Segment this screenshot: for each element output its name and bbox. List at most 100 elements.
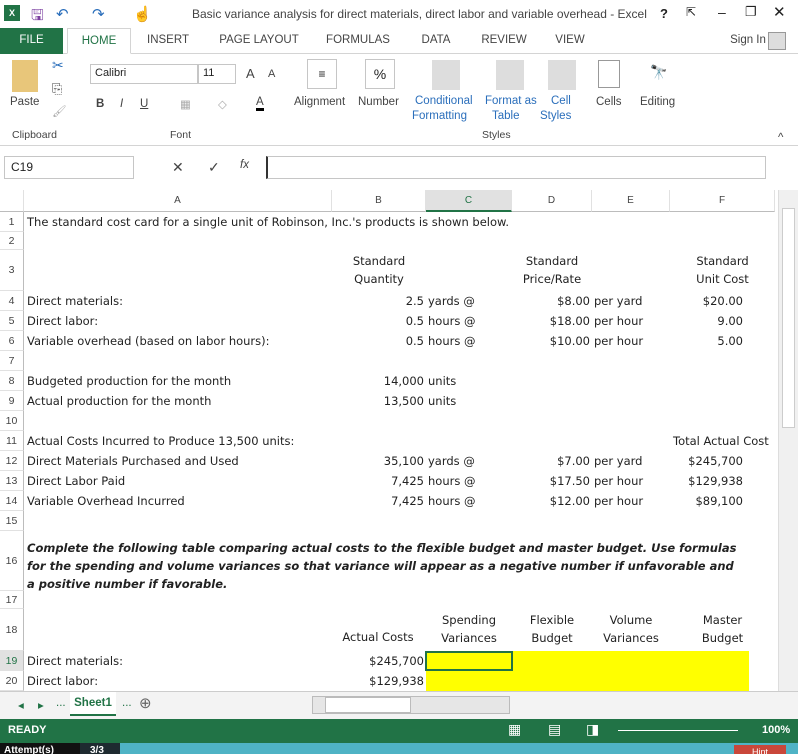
cell-c13[interactable]: hours @ — [428, 471, 476, 491]
cell-f11[interactable]: Total Actual Cost — [670, 431, 775, 451]
cell-b9[interactable]: 13,500 — [332, 391, 426, 411]
cell-f5[interactable]: 9.00 — [670, 311, 775, 331]
next-sheet-icon[interactable]: ▸ — [38, 698, 44, 712]
cell-e6[interactable]: per hour — [592, 331, 670, 351]
cell-c9[interactable]: units — [428, 391, 456, 411]
tab-review[interactable]: REVIEW — [476, 28, 532, 54]
more-sheets-right[interactable]: ... — [122, 697, 132, 709]
sign-in-link[interactable]: Sign In — [726, 28, 770, 54]
row-header-12[interactable]: 12 — [0, 451, 24, 471]
paste-icon[interactable] — [12, 60, 38, 92]
help-button[interactable]: ? — [660, 6, 668, 21]
ribbon-display-icon[interactable]: ⇱ — [686, 5, 696, 19]
cell-b4[interactable]: 2.5 — [332, 291, 426, 311]
cell-e18[interactable]: Volume Variances — [592, 609, 670, 651]
conditional-formatting-label[interactable]: Formatting — [412, 110, 467, 122]
cell-styles-button[interactable]: Cell — [551, 95, 571, 107]
row-header-17[interactable]: 17 — [0, 591, 24, 609]
more-sheets-left[interactable]: ... — [56, 697, 66, 709]
row-header-8[interactable]: 8 — [0, 371, 24, 391]
cell-d5[interactable]: $18.00 — [512, 311, 592, 331]
row-header-5[interactable]: 5 — [0, 311, 24, 331]
row-header-13[interactable]: 13 — [0, 471, 24, 491]
cell-e12[interactable]: per yard — [592, 451, 670, 471]
scroll-thumb[interactable] — [782, 208, 795, 428]
row-header-15[interactable]: 15 — [0, 511, 24, 531]
cell-a19[interactable]: Direct materials: — [24, 651, 332, 671]
redo-icon[interactable]: ↷ — [92, 5, 105, 23]
cell-a4[interactable]: Direct materials: — [24, 291, 332, 311]
cell-a6[interactable]: Variable overhead (based on labor hours)… — [24, 331, 332, 351]
cell-c18[interactable]: Spending Variances — [426, 609, 512, 651]
row-header-2[interactable]: 2 — [0, 232, 24, 250]
zoom-slider[interactable] — [618, 730, 738, 731]
horizontal-scrollbar[interactable] — [312, 696, 510, 714]
cell-b12[interactable]: 35,100 — [332, 451, 426, 471]
cell-a12[interactable]: Direct Materials Purchased and Used — [24, 451, 332, 471]
cell-b13[interactable]: 7,425 — [332, 471, 426, 491]
save-icon[interactable]: 🖫 — [31, 5, 44, 30]
prev-sheet-icon[interactable]: ◂ — [18, 698, 24, 712]
column-header-b[interactable]: B — [332, 190, 426, 212]
conditional-formatting-button[interactable]: Conditional — [415, 95, 473, 107]
cell-f18[interactable]: Master Budget — [670, 609, 775, 651]
select-all-corner[interactable] — [0, 190, 24, 212]
cell-c6[interactable]: hours @ — [428, 331, 476, 351]
cell-styles-icon[interactable] — [548, 60, 576, 90]
tab-view[interactable]: VIEW — [548, 28, 592, 54]
row-header-19[interactable]: 19 — [0, 651, 24, 671]
cell-d12[interactable]: $7.00 — [512, 451, 592, 471]
alignment-button[interactable]: Alignment — [294, 96, 345, 108]
restore-button[interactable]: ❐ — [745, 4, 757, 20]
number-button[interactable]: Number — [358, 96, 399, 108]
touch-mode-icon[interactable]: ☝ — [133, 5, 152, 23]
row-header-10[interactable]: 10 — [0, 411, 24, 431]
tab-data[interactable]: DATA — [414, 28, 458, 54]
row-header-3[interactable]: 3 — [0, 250, 24, 291]
row-header-14[interactable]: 14 — [0, 491, 24, 511]
format-as-table-label[interactable]: Table — [492, 110, 520, 122]
row-header-4[interactable]: 4 — [0, 291, 24, 311]
grow-font-icon[interactable]: A — [246, 66, 255, 81]
selected-cell-c19[interactable] — [425, 651, 513, 671]
format-as-table-icon[interactable] — [496, 60, 524, 90]
row-header-11[interactable]: 11 — [0, 431, 24, 451]
cell-e5[interactable]: per hour — [592, 311, 670, 331]
cell-a5[interactable]: Direct labor: — [24, 311, 332, 331]
copy-icon[interactable]: ⎘ — [52, 81, 62, 97]
cell-b18[interactable]: Actual Costs — [332, 609, 426, 651]
cell-a11[interactable]: Actual Costs Incurred to Produce 13,500 … — [24, 431, 332, 451]
cell-styles-label[interactable]: Styles — [540, 110, 571, 122]
cell-f6[interactable]: 5.00 — [670, 331, 775, 351]
italic-button[interactable]: I — [120, 98, 123, 110]
hint-button[interactable]: Hint — [734, 745, 786, 754]
cells-icon[interactable] — [598, 60, 620, 88]
cell-a13[interactable]: Direct Labor Paid — [24, 471, 332, 491]
cell-b19[interactable]: $245,700 — [332, 651, 426, 671]
row-header-1[interactable]: 1 — [0, 212, 24, 232]
minimize-button[interactable]: – — [718, 4, 726, 20]
column-header-e[interactable]: E — [592, 190, 670, 212]
normal-view-icon[interactable]: ▦ — [508, 721, 521, 738]
vertical-scrollbar[interactable] — [778, 190, 798, 691]
cell-c12[interactable]: yards @ — [428, 451, 475, 471]
font-size-select[interactable]: 11 — [198, 64, 236, 84]
cell-a1[interactable]: The standard cost card for a single unit… — [24, 212, 509, 232]
cell-d3[interactable]: Standard Price/Rate — [512, 250, 592, 291]
cell-c14[interactable]: hours @ — [428, 491, 476, 511]
cell-d4[interactable]: $8.00 — [512, 291, 592, 311]
cell-b6[interactable]: 0.5 — [332, 331, 426, 351]
sheet-tab-sheet1[interactable]: Sheet1 — [70, 692, 116, 716]
cell-b14[interactable]: 7,425 — [332, 491, 426, 511]
cell-a8[interactable]: Budgeted production for the month — [24, 371, 332, 391]
new-sheet-icon[interactable]: ⊕ — [139, 694, 152, 712]
format-painter-icon[interactable]: 🖌 — [52, 104, 67, 118]
column-header-f[interactable]: F — [670, 190, 775, 212]
tab-formulas[interactable]: FORMULAS — [322, 28, 394, 54]
shrink-font-icon[interactable]: A — [268, 68, 275, 80]
font-color-icon[interactable]: A — [256, 96, 264, 111]
close-button[interactable]: ✕ — [773, 3, 786, 21]
cell-b5[interactable]: 0.5 — [332, 311, 426, 331]
name-box[interactable]: C19 — [4, 156, 134, 179]
cell-e4[interactable]: per yard — [592, 291, 670, 311]
